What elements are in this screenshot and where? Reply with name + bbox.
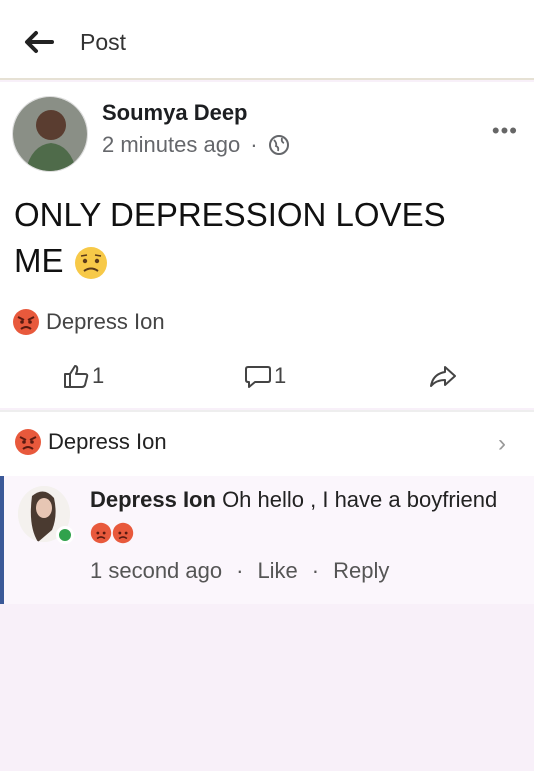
comment-text: Depress Ion Oh hello , I have a boyfrien… xyxy=(90,484,510,548)
meta-separator: · xyxy=(311,558,320,583)
thumbs-up-icon xyxy=(64,365,89,388)
comment-reply-button[interactable]: Reply xyxy=(333,558,389,584)
more-options-icon[interactable]: ••• xyxy=(492,118,518,144)
meta-separator: · xyxy=(250,132,258,157)
comment-meta: 1 second ago · Like · Reply xyxy=(90,558,389,584)
globe-icon xyxy=(268,135,289,155)
worried-face-icon xyxy=(74,247,107,280)
commenter-name[interactable]: Depress Ion xyxy=(90,487,216,512)
comments-section: Depress Ion › Depress Ion Oh hello , I h… xyxy=(0,410,534,604)
post-text: ONLY DEPRESSION LOVES ME xyxy=(14,192,484,284)
reaction-summary[interactable]: Depress Ion xyxy=(12,308,165,336)
like-button[interactable]: 1 xyxy=(62,362,104,390)
page-title: Post xyxy=(80,29,127,55)
comment-item: Depress Ion Oh hello , I have a boyfrien… xyxy=(0,476,534,604)
author-name[interactable]: Soumya Deep xyxy=(102,100,248,126)
action-bar: 1 1 xyxy=(0,356,534,396)
meta-separator: · xyxy=(236,558,244,583)
angry-face-icon xyxy=(90,522,112,544)
post-time[interactable]: 2 minutes ago xyxy=(102,132,240,158)
back-arrow-icon[interactable] xyxy=(22,28,54,56)
share-arrow-icon xyxy=(430,366,456,387)
comment-count: 1 xyxy=(274,363,287,388)
reactor-name: Depress Ion xyxy=(46,309,165,334)
online-status-indicator xyxy=(56,526,74,544)
comment-body: Oh hello , I have a boyfriend xyxy=(222,487,498,512)
comment-reaction-header[interactable]: Depress Ion xyxy=(14,428,167,456)
post-card: Soumya Deep 2 minutes ago · ••• ONLY DEP… xyxy=(0,82,534,408)
like-count: 1 xyxy=(92,363,105,388)
post-meta: 2 minutes ago · xyxy=(102,132,290,158)
comment-bubble-icon xyxy=(245,366,271,388)
angry-face-icon xyxy=(13,309,39,335)
author-avatar[interactable] xyxy=(12,96,88,172)
angry-face-icon xyxy=(112,522,134,544)
comment-like-button[interactable]: Like xyxy=(257,558,297,584)
top-bar: Post xyxy=(0,0,534,80)
angry-face-icon xyxy=(15,429,41,455)
reactor-name: Depress Ion xyxy=(48,429,167,454)
comment-time: 1 second ago xyxy=(90,558,223,583)
chevron-right-icon[interactable]: › xyxy=(498,430,506,458)
comment-button[interactable]: 1 xyxy=(244,362,286,390)
share-button[interactable] xyxy=(428,362,458,390)
